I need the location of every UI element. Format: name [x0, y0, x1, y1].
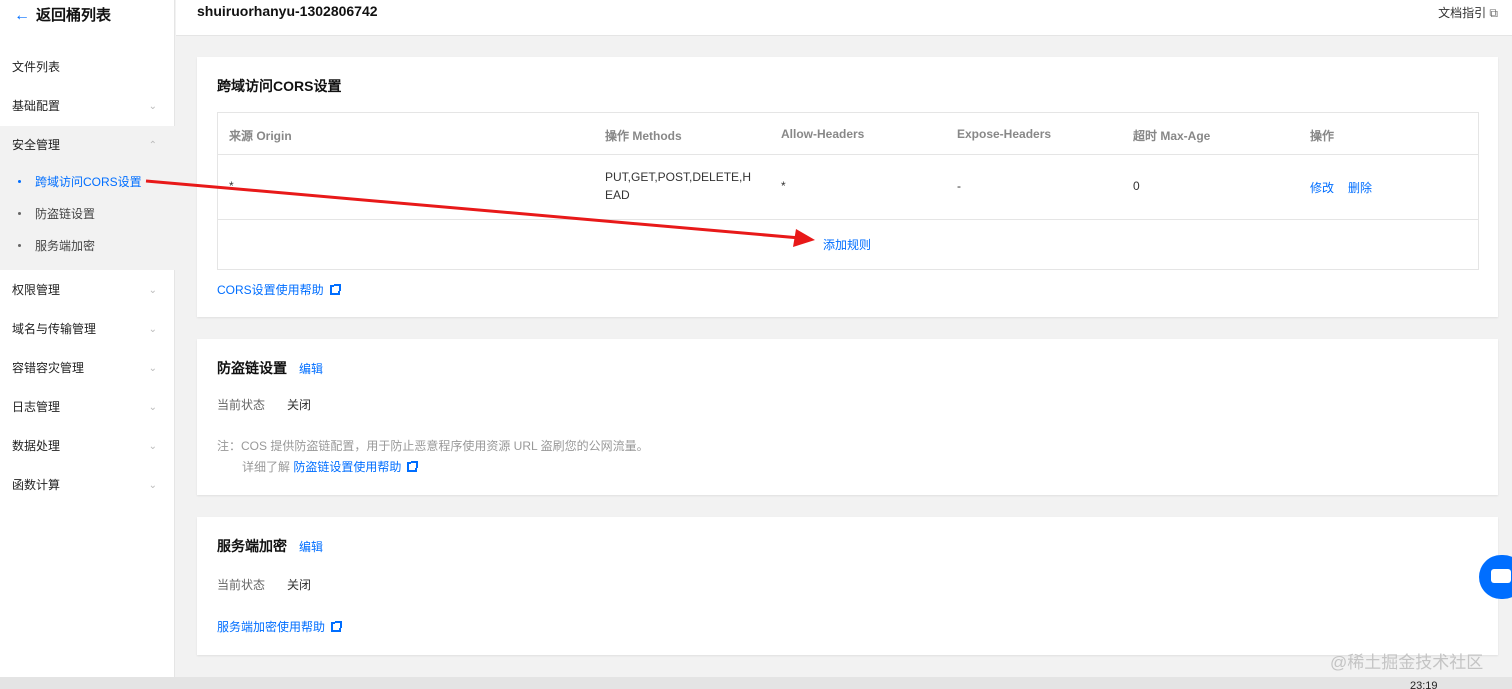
sidebar-item-basic-config[interactable]: 基础配置 ⌄: [0, 87, 175, 126]
cors-title: 跨域访问CORS设置: [217, 78, 342, 94]
sidebar-item-file-list[interactable]: 文件列表: [0, 48, 175, 87]
sidebar-item-label: 域名与传输管理: [12, 322, 97, 336]
col-expose-headers: Expose-Headers: [957, 127, 1052, 141]
col-origin: 来源 Origin: [229, 129, 292, 143]
arrow-left-icon: ←: [14, 7, 30, 24]
back-to-bucket-list[interactable]: ← 返回桶列表: [14, 4, 111, 25]
cors-table: 来源 Origin 操作 Methods Allow-Headers Expos…: [217, 112, 1479, 270]
hotlink-edit-button[interactable]: 编辑: [299, 362, 323, 376]
header: shuiruorhanyu-1302806742 文档指引 ⧉: [176, 0, 1512, 36]
encryption-card: 服务端加密 编辑 当前状态 关闭 服务端加密使用帮助: [197, 517, 1498, 655]
encryption-status-value: 关闭: [287, 578, 312, 592]
sidebar-subitem-label: 防盗链设置: [35, 207, 96, 221]
col-max-age: 超时 Max-Age: [1133, 129, 1211, 143]
cors-card: 跨域访问CORS设置 来源 Origin 操作 Methods Allow-He…: [197, 57, 1498, 317]
col-methods: 操作 Methods: [605, 129, 682, 143]
watermark: @稀土掘金技术社区: [1330, 653, 1484, 672]
add-rule-button[interactable]: 添加规则: [823, 236, 871, 253]
sidebar-subitem-cors[interactable]: 跨域访问CORS设置: [0, 166, 175, 198]
hotlink-card: 防盗链设置 编辑 当前状态 关闭 注：COS 提供防盗链配置，用于防止恶意程序使用…: [197, 339, 1498, 495]
table-header: 来源 Origin 操作 Methods Allow-Headers Expos…: [218, 113, 1478, 155]
col-allow-headers: Allow-Headers: [781, 127, 865, 141]
cell-allow-headers: *: [781, 179, 786, 193]
hotlink-help-link[interactable]: 防盗链设置使用帮助: [293, 460, 419, 474]
sidebar-subitem-hotlink[interactable]: 防盗链设置: [0, 198, 175, 230]
chevron-down-icon: ⌄: [148, 402, 157, 413]
cell-methods-wrap: EAD: [605, 188, 630, 202]
chat-icon: [1491, 569, 1511, 583]
external-link-icon: ⧉: [1489, 6, 1498, 20]
doc-guide-link[interactable]: 文档指引 ⧉: [1438, 4, 1498, 21]
bullet-icon: [18, 212, 21, 215]
doc-guide-label: 文档指引: [1438, 6, 1487, 20]
hotlink-status-value: 关闭: [287, 398, 312, 412]
hotlink-title: 防盗链设置: [217, 360, 287, 376]
external-link-icon: [329, 284, 341, 295]
sidebar-item-data-processing[interactable]: 数据处理 ⌄: [0, 427, 175, 466]
hotlink-note: 注：COS 提供防盗链配置，用于防止恶意程序使用资源 URL 盗刷您的公网流量。: [217, 439, 649, 453]
add-rule-row: 添加规则: [218, 220, 1478, 270]
encryption-title-row: 服务端加密 编辑: [217, 536, 323, 556]
sidebar-item-domain-transfer[interactable]: 域名与传输管理 ⌄: [0, 310, 175, 349]
hotlink-status-label: 当前状态: [217, 398, 266, 412]
sidebar-item-label: 函数计算: [12, 478, 61, 492]
chevron-down-icon: ⌄: [148, 441, 157, 452]
sidebar-item-security[interactable]: 安全管理 ⌃: [0, 126, 175, 165]
back-label: 返回桶列表: [36, 7, 112, 24]
sidebar-subitem-label: 跨域访问CORS设置: [35, 175, 142, 189]
chevron-down-icon: ⌄: [148, 480, 157, 491]
col-actions: 操作: [1310, 129, 1335, 143]
encryption-help-link[interactable]: 服务端加密使用帮助: [217, 618, 343, 635]
chevron-down-icon: ⌄: [148, 324, 157, 335]
sidebar-item-label: 容错容灾管理: [12, 361, 85, 375]
sidebar: ← 返回桶列表 文件列表 基础配置 ⌄ 安全管理 ⌃ 跨域访问CORS设置 防盗链设置…: [0, 0, 175, 689]
chevron-down-icon: ⌄: [148, 285, 157, 296]
sidebar-item-label: 数据处理: [12, 439, 61, 453]
chevron-up-icon: ⌃: [148, 140, 157, 151]
sidebar-item-label: 基础配置: [12, 99, 61, 113]
bullet-icon: [18, 180, 21, 183]
encryption-status-label: 当前状态: [217, 578, 266, 592]
chevron-down-icon: ⌄: [148, 363, 157, 374]
sidebar-subitem-encryption[interactable]: 服务端加密: [0, 230, 175, 262]
delete-rule-button[interactable]: 删除: [1348, 179, 1372, 196]
cell-origin: *: [229, 179, 234, 193]
hotlink-title-row: 防盗链设置 编辑: [217, 358, 323, 378]
sidebar-item-label: 安全管理: [12, 138, 61, 152]
encryption-edit-button[interactable]: 编辑: [299, 540, 323, 554]
table-row: * PUT,GET,POST,DELETE,H EAD * - 0 修改 删除: [218, 155, 1478, 220]
edit-rule-button[interactable]: 修改: [1310, 179, 1334, 196]
cell-max-age: 0: [1133, 179, 1140, 193]
os-taskbar: [0, 677, 1512, 689]
sidebar-item-permissions[interactable]: 权限管理 ⌄: [0, 271, 175, 310]
sidebar-item-label: 文件列表: [12, 60, 61, 74]
sidebar-item-logs[interactable]: 日志管理 ⌄: [0, 388, 175, 427]
hotlink-note-more: 详细了解 防盗链设置使用帮助: [242, 458, 419, 475]
hotlink-help-label: 防盗链设置使用帮助: [293, 460, 402, 474]
encryption-help-label: 服务端加密使用帮助: [217, 620, 326, 634]
external-link-icon: [407, 461, 419, 472]
chevron-down-icon: ⌄: [148, 101, 157, 112]
sidebar-item-disaster[interactable]: 容错容灾管理 ⌄: [0, 349, 175, 388]
cors-help-label: CORS设置使用帮助: [217, 283, 324, 297]
cors-help-link[interactable]: CORS设置使用帮助: [217, 281, 341, 298]
sidebar-item-functions[interactable]: 函数计算 ⌄: [0, 466, 175, 505]
external-link-icon: [331, 621, 343, 632]
encryption-title: 服务端加密: [217, 538, 287, 554]
bullet-icon: [18, 244, 21, 247]
sidebar-item-label: 权限管理: [12, 283, 61, 297]
bucket-name: shuiruorhanyu-1302806742: [197, 3, 378, 19]
note-more-text: 详细了解: [242, 460, 291, 474]
cell-expose-headers: -: [957, 179, 961, 193]
cell-methods: PUT,GET,POST,DELETE,H: [605, 170, 752, 184]
sidebar-subitem-label: 服务端加密: [35, 239, 96, 253]
taskbar-clock: 23:19: [1410, 680, 1438, 689]
sidebar-item-label: 日志管理: [12, 400, 61, 414]
